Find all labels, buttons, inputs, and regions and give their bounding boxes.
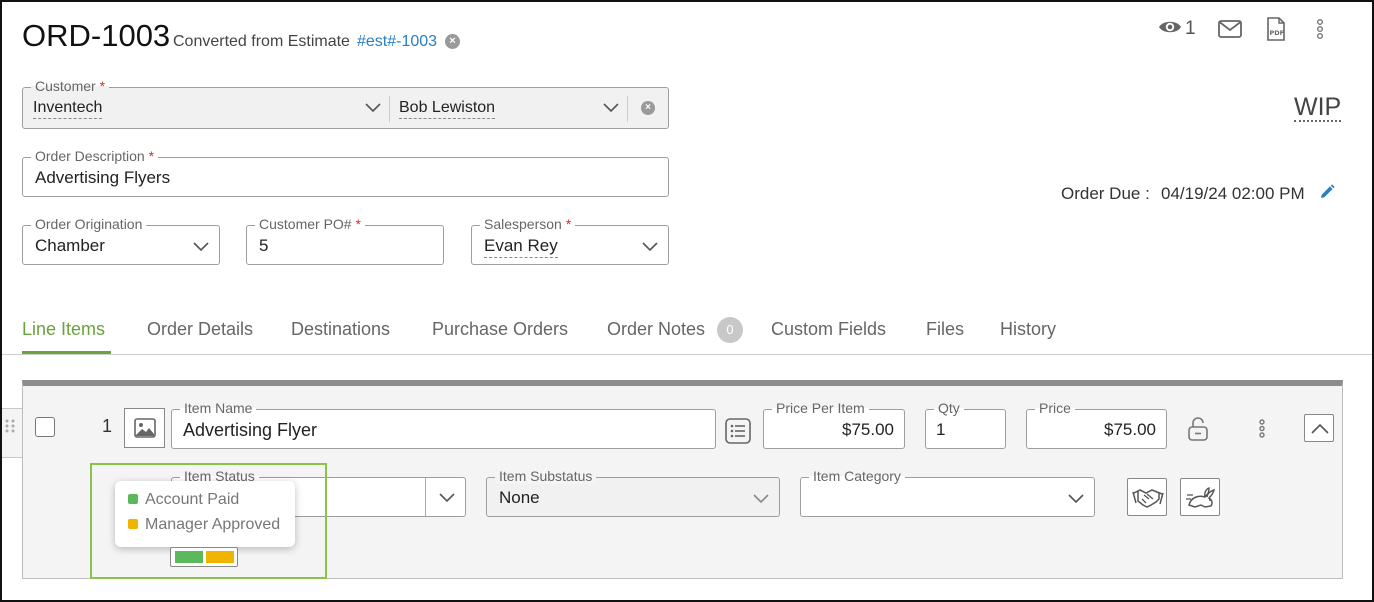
line-item-checkbox[interactable] (35, 417, 55, 437)
green-status-dot-icon (128, 494, 138, 504)
item-status-indicator-bar[interactable] (170, 547, 238, 567)
price-label: Price (1035, 400, 1075, 416)
customer-contact-value[interactable]: Bob Lewiston (399, 99, 496, 119)
order-due-value: 04/19/24 02:00 PM (1161, 184, 1305, 203)
pdf-icon[interactable]: PDF (1266, 17, 1286, 41)
order-origination-label: Order Origination (31, 216, 147, 232)
order-description-field[interactable]: Order Description * Advertising Flyers (22, 148, 669, 197)
order-description-value[interactable]: Advertising Flyers (35, 168, 170, 188)
manager-approved-segment (206, 551, 234, 563)
qty-value[interactable]: 1 (936, 420, 945, 440)
item-substatus-select[interactable]: Item Substatus None (486, 468, 780, 517)
chevron-down-icon[interactable] (365, 103, 381, 113)
more-vertical-icon[interactable] (1313, 18, 1327, 40)
customer-label: Customer * (31, 78, 110, 94)
chevron-up-icon (1311, 423, 1329, 434)
estimate-link[interactable]: #est#-1003 (357, 33, 437, 51)
status-tooltip-item: Manager Approved (128, 516, 280, 534)
chevron-down-icon[interactable] (1068, 494, 1084, 504)
customer-po-field[interactable]: Customer PO# * 5 (246, 216, 444, 265)
price-per-item-value[interactable]: $75.00 (842, 420, 894, 440)
item-category-label: Item Category (809, 468, 905, 484)
order-origination-select[interactable]: Order Origination Chamber (22, 216, 220, 265)
chevron-down-icon[interactable] (753, 494, 769, 504)
collapse-line-item-button[interactable] (1304, 414, 1334, 442)
order-notes-count-badge: 0 (717, 317, 743, 343)
customer-company-value[interactable]: Inventech (33, 99, 103, 119)
converted-from-text: Converted from Estimate (173, 33, 350, 50)
salesperson-label: Salesperson * (480, 216, 576, 232)
customer-po-label: Customer PO# * (255, 216, 365, 232)
price-value[interactable]: $75.00 (1104, 420, 1156, 440)
item-name-field[interactable]: Item Name Advertising Flyer (171, 400, 716, 449)
edit-pencil-icon[interactable] (1319, 184, 1335, 205)
field-divider (425, 478, 426, 516)
tab-line-items[interactable]: Line Items (22, 319, 105, 340)
salesperson-select[interactable]: Salesperson * Evan Rey (471, 216, 669, 265)
item-name-value[interactable]: Advertising Flyer (183, 420, 317, 441)
order-description-label: Order Description * (31, 148, 159, 164)
order-origination-value: Chamber (35, 236, 105, 255)
item-category-select[interactable]: Item Category (800, 468, 1095, 517)
chevron-down-icon[interactable] (642, 242, 658, 252)
price-per-item-field[interactable]: Price Per Item $75.00 (763, 400, 905, 449)
yellow-status-dot-icon (128, 519, 138, 529)
status-tooltip-item: Account Paid (128, 491, 239, 509)
field-divider (389, 96, 390, 122)
handshake-icon (1132, 489, 1164, 508)
customer-field[interactable]: Customer * Inventech Bob Lewiston × (22, 78, 669, 129)
handshake-button[interactable] (1127, 478, 1167, 516)
item-substatus-value: None (499, 488, 540, 507)
views-count: 1 (1185, 18, 1196, 39)
item-substatus-label: Item Substatus (495, 468, 597, 484)
item-details-list-icon[interactable] (725, 418, 751, 449)
salesperson-value: Evan Rey (484, 236, 558, 258)
chevron-down-icon[interactable] (439, 493, 455, 503)
tab-history[interactable]: History (1000, 319, 1056, 340)
order-due-label: Order Due : (1061, 184, 1150, 203)
remove-estimate-link-icon[interactable]: × (445, 34, 460, 49)
chevron-down-icon[interactable] (603, 103, 619, 113)
rabbit-icon (1186, 487, 1216, 508)
tab-files[interactable]: Files (926, 319, 964, 340)
field-divider (627, 96, 628, 122)
clear-customer-icon[interactable]: × (641, 101, 655, 115)
line-item-number: 1 (102, 416, 113, 436)
svg-text:PDF: PDF (1270, 29, 1285, 37)
price-per-item-label: Price Per Item (772, 400, 869, 416)
item-name-label: Item Name (180, 400, 257, 416)
order-status-badge[interactable]: WIP (1294, 94, 1342, 122)
tab-order-notes[interactable]: Order Notes (607, 319, 705, 340)
item-image-button[interactable] (124, 408, 165, 448)
mail-icon[interactable] (1218, 20, 1242, 38)
tab-purchase-orders[interactable]: Purchase Orders (432, 319, 568, 340)
account-paid-segment (175, 551, 203, 563)
chevron-down-icon[interactable] (193, 242, 209, 252)
tab-custom-fields[interactable]: Custom Fields (771, 319, 886, 340)
price-field[interactable]: Price $75.00 (1026, 400, 1167, 449)
eye-icon[interactable] (1158, 18, 1182, 36)
tab-destinations[interactable]: Destinations (291, 319, 390, 340)
customer-po-value[interactable]: 5 (259, 236, 268, 256)
qty-label: Qty (934, 400, 964, 416)
image-icon (134, 418, 156, 438)
status-tooltip: Account Paid Manager Approved (115, 481, 295, 547)
unlock-icon[interactable] (1187, 416, 1209, 447)
line-item-more-icon[interactable] (1255, 418, 1269, 445)
qty-field[interactable]: Qty 1 (925, 400, 1006, 449)
order-id-title: ORD-1003 (22, 18, 171, 53)
tab-divider (2, 354, 1372, 355)
drag-handle-icon[interactable] (4, 418, 16, 439)
rush-button[interactable] (1180, 478, 1220, 516)
tab-order-details[interactable]: Order Details (147, 319, 253, 340)
